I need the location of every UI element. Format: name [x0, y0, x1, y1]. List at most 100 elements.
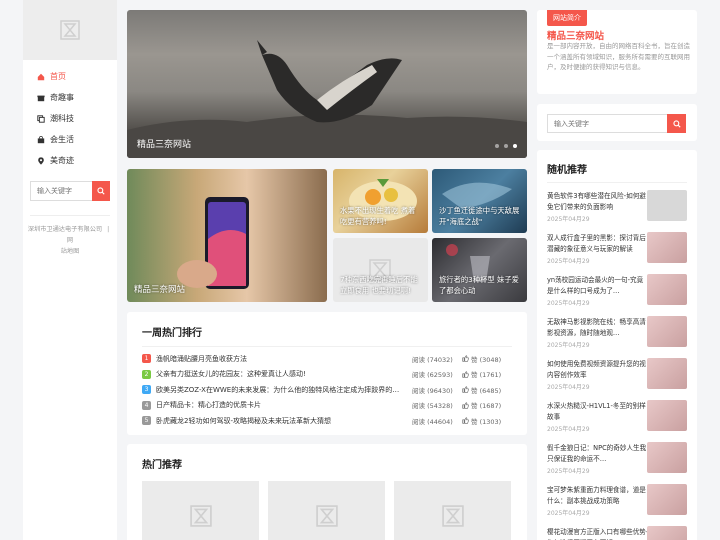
site-intro-description: 是一部内容开放，自由的网络百科全书，旨在创造一个涵盖所有领域知识，服务所有需要的…	[547, 42, 690, 71]
like-count: 赞 (1687)	[471, 402, 502, 411]
sidebar: 首页奇趣事潮科技会生活美奇迹 深圳市卫通达电子有限公司 | 网 站地图	[23, 0, 117, 540]
featured-tile-fruit[interactable]: 水果不出现生着吃 煮着吃更有营养吗!	[333, 169, 428, 233]
ranking-article-link[interactable]: 日产精品卡：精心打造的优质卡片	[156, 400, 400, 410]
featured-tile-cup[interactable]: 旅行者的3种杯型 妹子爱了都会心动	[432, 238, 527, 302]
location-pin-icon	[36, 156, 45, 165]
ranking-row[interactable]: 5 卧虎藏龙2轻功如何驾驭-攻略揭秘及未来玩法革新大猜想 阅读 (44604) 赞 (…	[142, 413, 512, 429]
sidebar-item-1[interactable]: 奇趣事	[23, 87, 117, 108]
rank-number: 4	[142, 400, 151, 410]
ranking-stats: 阅读 (74032) 赞 (3048)	[400, 354, 512, 364]
hero-banner[interactable]: 精品三奈网站	[127, 10, 527, 158]
view-count: 阅读 (54328)	[412, 402, 453, 411]
search-icon	[672, 119, 681, 128]
random-item-thumbnail[interactable]	[647, 484, 687, 515]
rank-number: 3	[142, 385, 151, 395]
view-count: 阅读 (74032)	[412, 355, 453, 364]
random-item-date: 2025年04月29	[547, 384, 590, 391]
rank-number: 2	[142, 369, 151, 379]
sidebar-item-2[interactable]: 潮科技	[23, 108, 117, 129]
random-item-title[interactable]: yn荡校园运动会最火的一句-究竟是什么样的口号成为了…	[547, 275, 649, 297]
random-recommend-item[interactable]: 宝可梦朱紫重面力料理食谱，道是什么：副本挑战成功策略 2025年04月29	[547, 481, 687, 523]
featured-tile-sardine[interactable]: 沙丁鱼迁徙途中与天敌展开"海底之战"	[432, 169, 527, 233]
random-recommend-item[interactable]: 水深火热糙汉-H1VL1-冬至的别样故事 2025年04月29	[547, 397, 687, 439]
weekly-ranking-title: 一周热门排行	[142, 328, 202, 339]
featured-tile-phone[interactable]: 精品三奈网站	[127, 169, 327, 302]
random-item-title[interactable]: 无敌神马影视影院在线：畅享高清影视资源，随时随地观…	[547, 317, 649, 339]
weekly-ranking-list: 1 渔帆暗涌贴腰月亮鱼收获方法 阅读 (74032) 赞 (3048) 2 父亲有力挺送女…	[127, 347, 527, 429]
thumbs-up-icon	[462, 386, 469, 393]
random-recommend-item[interactable]: 无敌神马影视影院在线：畅享高清影视资源，随时随地观… 2025年04月29	[547, 313, 687, 355]
featured-tile-sardine-caption: 沙丁鱼迁徙途中与天敌展开"海底之战"	[439, 206, 520, 226]
random-item-date: 2025年04月29	[547, 300, 590, 307]
site-intro-title[interactable]: 精品三奈网站	[547, 28, 604, 42]
random-item-thumbnail[interactable]	[647, 400, 687, 431]
hero-pagination	[495, 144, 517, 148]
sidebar-search	[30, 181, 110, 201]
sidebar-item-4[interactable]: 美奇迹	[23, 150, 117, 171]
site-logo[interactable]	[23, 0, 117, 60]
ranking-article-link[interactable]: 卧虎藏龙2轻功如何驾驭-攻略揭秘及未来玩法革新大猜想	[156, 416, 400, 426]
footer-separator: |	[107, 226, 110, 233]
whale-breach-image	[127, 40, 527, 158]
featured-grid: 精品三奈网站 水果不出现生着吃 煮着吃更有营养吗! 沙丁鱼迁徙途中与天敌展开"海…	[127, 169, 527, 302]
random-item-thumbnail[interactable]	[647, 442, 687, 473]
random-item-thumbnail[interactable]	[647, 316, 687, 347]
footer-sitemap-link-part1[interactable]: 网	[67, 237, 73, 244]
random-item-thumbnail[interactable]	[647, 526, 687, 540]
ranking-row[interactable]: 3 欧美另类ZOZ-X在WWE的未来发展：为什么他的独特风格注定成为摔跤界的下一颗…	[142, 382, 512, 398]
random-item-thumbnail[interactable]	[647, 358, 687, 389]
random-item-title[interactable]: 如何使用免费视频资源提升您的视内容创作效率	[547, 359, 649, 381]
random-item-title[interactable]: 黄色软件3有哪些潜在风险-如何避免它们带来的负面影响	[547, 191, 649, 213]
random-item-date: 2025年04月29	[547, 426, 590, 433]
random-item-title[interactable]: 宝可梦朱紫重面力料理食谱，道是什么：副本挑战成功策略	[547, 485, 649, 507]
ranking-row[interactable]: 4 日产精品卡：精心打造的优质卡片 阅读 (54328) 赞 (1687)	[142, 398, 512, 414]
sidebar-item-label: 美奇迹	[50, 156, 74, 165]
featured-tile-food[interactable]: 7种东西吃完再睡后不能立即食用 也要切记啊!	[333, 238, 428, 302]
right-search-button[interactable]	[667, 114, 686, 133]
hero-dot[interactable]	[495, 144, 499, 148]
random-recommend-item[interactable]: 如何使用免费视频资源提升您的视内容创作效率 2025年04月29	[547, 355, 687, 397]
hero-dot[interactable]	[513, 144, 517, 148]
random-item-title[interactable]: 假千金狼日记：NPC的奇妙人生我只保证我的命运不…	[547, 443, 649, 465]
random-item-date: 2025年04月29	[547, 342, 590, 349]
random-item-title[interactable]: 水深火热糙汉-H1VL1-冬至的别样故事	[547, 401, 649, 423]
thumbs-up-icon	[462, 402, 469, 409]
hero-dot[interactable]	[504, 144, 508, 148]
hot-recommend-item[interactable]	[142, 481, 259, 540]
random-item-title[interactable]: 双人成行盒子里的黑影：探讨背后潜藏的象征意义与玩家的解读	[547, 233, 649, 255]
footer-sitemap-link-part2[interactable]: 站地图	[61, 248, 80, 255]
sidebar-item-3[interactable]: 会生活	[23, 129, 117, 150]
right-search-input[interactable]	[547, 114, 667, 133]
ranking-row[interactable]: 2 父亲有力挺送女儿的花园友：这种爱真让人感动! 阅读 (62593) 赞 (1761…	[142, 367, 512, 383]
random-recommend-item[interactable]: 假千金狼日记：NPC的奇妙人生我只保证我的命运不… 2025年04月29	[547, 439, 687, 481]
ranking-article-link[interactable]: 欧美另类ZOZ-X在WWE的未来发展：为什么他的独特风格注定成为摔跤界的下一颗璀…	[156, 385, 400, 395]
site-intro-tag: 网站简介	[547, 10, 587, 26]
like-count-wrap: 赞 (3048)	[462, 354, 501, 364]
sidebar-item-0[interactable]: 首页	[23, 66, 117, 87]
ranking-stats: 阅读 (54328) 赞 (1687)	[400, 400, 512, 410]
ranking-row[interactable]: 1 渔帆暗涌贴腰月亮鱼收获方法 阅读 (74032) 赞 (3048)	[142, 351, 512, 367]
random-item-thumbnail[interactable]	[647, 274, 687, 305]
right-search-card	[537, 104, 697, 141]
like-count: 赞 (1303)	[471, 417, 502, 426]
featured-tile-phone-caption: 精品三奈网站	[134, 285, 186, 295]
image-placeholder-icon	[189, 505, 212, 527]
random-item-date: 2025年04月29	[547, 510, 590, 517]
random-item-thumbnail[interactable]	[647, 232, 687, 263]
hot-recommend-item[interactable]	[268, 481, 385, 540]
hot-recommend-items	[142, 481, 511, 540]
sidebar-search-input[interactable]	[30, 181, 92, 201]
sidebar-search-button[interactable]	[92, 181, 110, 201]
random-recommend-item[interactable]: yn荡校园运动会最火的一句-究竟是什么样的口号成为了… 2025年04月29	[547, 271, 687, 313]
ranking-article-link[interactable]: 父亲有力挺送女儿的花园友：这种爱真让人感动!	[156, 369, 400, 379]
hero-caption: 精品三奈网站	[137, 140, 192, 150]
random-recommend-item[interactable]: 双人成行盒子里的黑影：探讨背后潜藏的象征意义与玩家的解读 2025年04月29	[547, 229, 687, 271]
hot-recommend-item[interactable]	[394, 481, 511, 540]
random-recommend-item[interactable]: 樱花动漫官方正版入口有哪些优势-为何选择正版平台更好2025年04月29	[547, 523, 687, 540]
random-item-thumbnail[interactable]	[647, 190, 687, 221]
thumbs-up-icon	[462, 371, 469, 378]
ranking-article-link[interactable]: 渔帆暗涌贴腰月亮鱼收获方法	[156, 354, 400, 364]
random-item-title[interactable]: 樱花动漫官方正版入口有哪些优势-为何选择正版平台更好	[547, 527, 649, 540]
sidebar-nav: 首页 奇趣事 潮科技 会生活美奇迹	[23, 60, 117, 171]
random-recommend-item[interactable]: 黄色软件3有哪些潜在风险-如何避免它们带来的负面影响 2025年04月29	[547, 187, 687, 229]
